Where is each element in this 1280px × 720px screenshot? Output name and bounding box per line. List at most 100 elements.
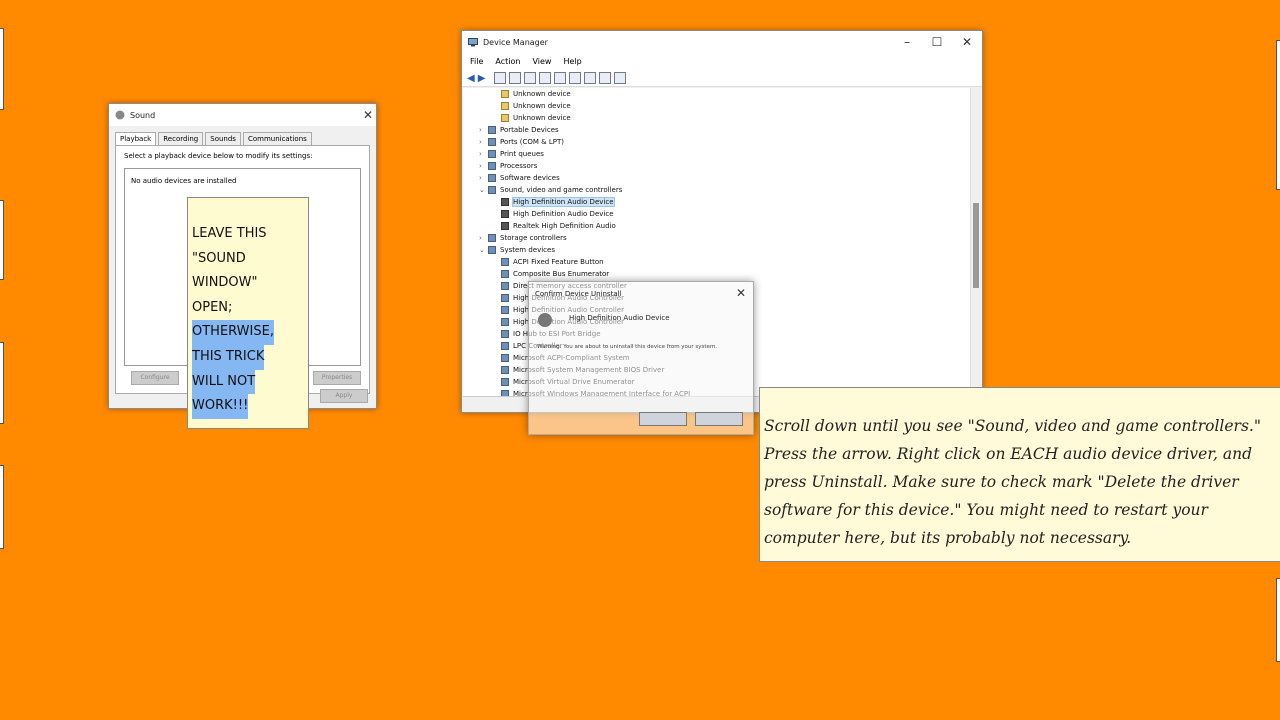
maximize-icon[interactable]: ☐ bbox=[922, 35, 952, 49]
speaker-icon bbox=[501, 210, 509, 218]
tree-item-label: Print queues bbox=[500, 150, 544, 158]
properties-button[interactable]: Properties bbox=[313, 371, 361, 385]
device-icon bbox=[501, 306, 509, 314]
tree-item-label: High Definition Audio Device bbox=[512, 197, 615, 207]
tree-device[interactable]: ACPI Fixed Feature Button bbox=[501, 256, 604, 268]
note-line: OPEN; bbox=[192, 299, 233, 315]
toolbar: ◀ ▶ bbox=[462, 70, 982, 87]
tree-category[interactable]: › Print queues bbox=[479, 148, 544, 160]
cancel-button[interactable] bbox=[695, 412, 743, 426]
device-icon bbox=[501, 354, 509, 362]
tree-device[interactable]: Unknown device bbox=[501, 100, 571, 112]
tree-item-label: Unknown device bbox=[513, 114, 571, 122]
tree-category[interactable]: › Portable Devices bbox=[479, 124, 559, 136]
uninstall-device-icon[interactable] bbox=[599, 72, 612, 84]
sound-window-title: Sound bbox=[130, 110, 156, 120]
forward-arrow-icon[interactable]: ▶ bbox=[478, 73, 486, 84]
device-icon bbox=[501, 378, 509, 386]
tree-item-label: ACPI Fixed Feature Button bbox=[513, 258, 604, 266]
back-arrow-icon[interactable]: ◀ bbox=[467, 73, 475, 84]
disable-device-icon[interactable] bbox=[584, 72, 597, 84]
chevron-right-icon[interactable]: › bbox=[479, 126, 488, 134]
tree-item-label: Processors bbox=[500, 162, 538, 170]
menu-view[interactable]: View bbox=[532, 57, 551, 66]
background-window-edge bbox=[0, 28, 4, 110]
confirm-device-name: High Definition Audio Device bbox=[569, 314, 670, 322]
background-window-edge bbox=[1276, 40, 1280, 190]
chevron-right-icon[interactable]: › bbox=[479, 138, 488, 146]
note-line: WINDOW" bbox=[192, 275, 258, 291]
configure-button[interactable]: Configure bbox=[131, 371, 179, 385]
apply-button[interactable]: Apply bbox=[320, 389, 368, 403]
scrollbar-thumb[interactable] bbox=[973, 203, 979, 288]
tree-category[interactable]: › Ports (COM & LPT) bbox=[479, 136, 564, 148]
background-window-edge bbox=[0, 342, 4, 424]
tree-category[interactable]: ⌄ Sound, video and game controllers bbox=[479, 184, 622, 196]
note-line-highlighted: WILL NOT bbox=[192, 369, 256, 395]
menu-action[interactable]: Action bbox=[495, 57, 520, 66]
confirm-warning: Warning: You are about to uninstall this… bbox=[537, 344, 718, 350]
properties-icon[interactable] bbox=[509, 72, 522, 84]
scan-hardware-icon[interactable] bbox=[614, 72, 627, 84]
device-icon bbox=[501, 330, 509, 338]
tree-item-label: Realtek High Definition Audio bbox=[513, 222, 616, 230]
menu-help[interactable]: Help bbox=[563, 57, 581, 66]
tree-item-label: Ports (COM & LPT) bbox=[500, 138, 564, 146]
device-icon bbox=[501, 318, 509, 326]
tree-device[interactable]: Realtek High Definition Audio bbox=[501, 220, 616, 232]
device-icon bbox=[488, 234, 496, 242]
tree-category[interactable]: › Processors bbox=[479, 160, 537, 172]
ok-button[interactable] bbox=[639, 412, 687, 426]
tree-item-label: System devices bbox=[500, 246, 555, 254]
tree-item-label: Storage controllers bbox=[500, 234, 567, 242]
sticky-note-left: LEAVE THIS "SOUND WINDOW" OPEN; OTHERWIS… bbox=[187, 197, 309, 429]
chevron-right-icon[interactable]: › bbox=[479, 150, 488, 158]
tree-category[interactable]: › Software devices bbox=[479, 172, 560, 184]
tree-device[interactable]: Unknown device bbox=[501, 88, 571, 100]
minimize-icon[interactable]: – bbox=[892, 35, 922, 49]
tree-item-label: Sound, video and game controllers bbox=[500, 186, 623, 194]
device-icon bbox=[488, 150, 496, 158]
empty-list-text: No audio devices are installed bbox=[131, 177, 237, 185]
note-line-highlighted: WORK!!! bbox=[192, 394, 249, 419]
close-icon[interactable]: ✕ bbox=[733, 286, 749, 300]
background-window-edge bbox=[0, 200, 4, 280]
chevron-right-icon[interactable]: › bbox=[479, 162, 488, 170]
tree-device[interactable]: Composite Bus Enumerator bbox=[501, 268, 609, 280]
device-icon bbox=[488, 126, 496, 134]
chevron-down-icon[interactable]: ⌄ bbox=[479, 186, 488, 194]
speaker-icon bbox=[501, 222, 509, 230]
update-driver-icon[interactable] bbox=[569, 72, 582, 84]
close-icon[interactable]: ✕ bbox=[952, 35, 982, 49]
tree-device[interactable]: Unknown device bbox=[501, 112, 571, 124]
unknown-device-icon bbox=[501, 114, 509, 122]
tab-sounds[interactable]: Sounds bbox=[205, 132, 241, 145]
confirm-uninstall-dialog: Confirm Device Uninstall ✕ High Definiti… bbox=[528, 281, 754, 435]
tree-item-label: Composite Bus Enumerator bbox=[513, 270, 610, 278]
confirm-dialog-title: Confirm Device Uninstall bbox=[535, 290, 622, 298]
tab-playback[interactable]: Playback bbox=[115, 132, 157, 145]
tab-communications[interactable]: Communications bbox=[242, 132, 312, 145]
vertical-scrollbar[interactable] bbox=[970, 88, 981, 396]
menu-file[interactable]: File bbox=[470, 57, 483, 66]
speaker-icon bbox=[501, 198, 509, 206]
chevron-right-icon[interactable]: › bbox=[479, 174, 488, 182]
tree-category[interactable]: › Storage controllers bbox=[479, 232, 567, 244]
monitor-icon[interactable] bbox=[554, 72, 567, 84]
speaker-icon bbox=[115, 110, 125, 120]
speaker-icon bbox=[538, 313, 552, 327]
device-icon bbox=[488, 174, 496, 182]
device-manager-icon bbox=[468, 38, 478, 47]
tree-item-label: Portable Devices bbox=[500, 126, 559, 134]
tree-category[interactable]: ⌄ System devices bbox=[479, 244, 555, 256]
chevron-right-icon[interactable]: › bbox=[479, 234, 488, 242]
tab-recording[interactable]: Recording bbox=[158, 132, 204, 145]
tree-device[interactable]: High Definition Audio Device bbox=[501, 196, 615, 208]
chevron-down-icon[interactable]: ⌄ bbox=[479, 246, 488, 254]
help-icon[interactable] bbox=[524, 72, 537, 84]
tree-device[interactable]: High Definition Audio Device bbox=[501, 208, 614, 220]
note-line-highlighted: THIS TRICK bbox=[192, 344, 265, 370]
view-icon[interactable] bbox=[539, 72, 552, 84]
close-icon[interactable]: ✕ bbox=[360, 108, 376, 122]
show-hide-tree-icon[interactable] bbox=[494, 72, 507, 84]
